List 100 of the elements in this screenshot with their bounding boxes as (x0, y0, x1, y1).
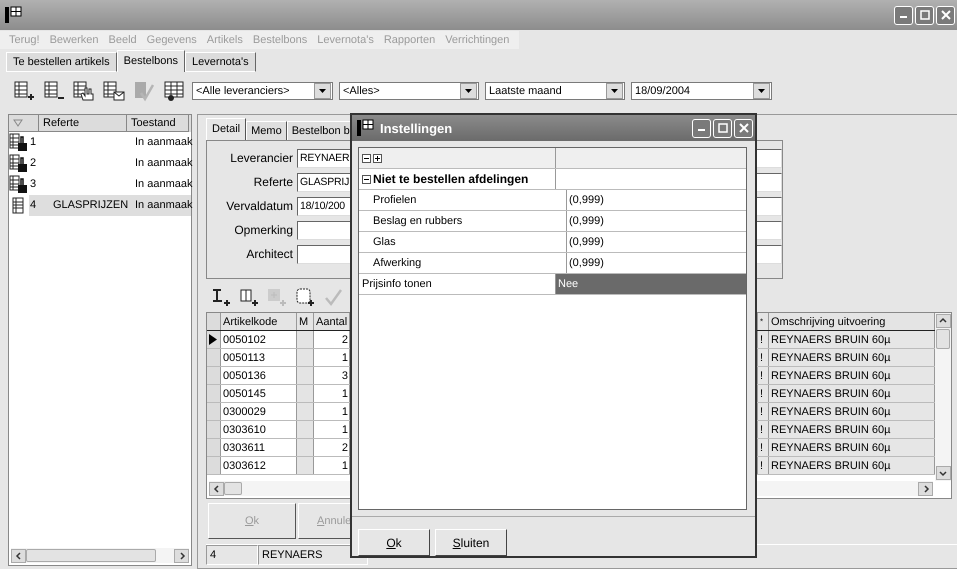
field-label: Opmerking (233, 223, 294, 237)
table-cell (297, 349, 314, 366)
scroll-left-icon[interactable] (212, 484, 220, 492)
field-label: Referte (252, 175, 294, 189)
filter-dropdown[interactable]: Laatste maand (485, 82, 625, 100)
collapse-all-icon[interactable] (362, 154, 371, 162)
property-value[interactable]: (0,999) (567, 232, 746, 252)
scroll-down-icon[interactable] (939, 469, 947, 477)
app-icon (356, 119, 374, 137)
ok-button[interactable]: Ok (358, 529, 430, 556)
row-pointer-icon (209, 334, 217, 345)
table-cell[interactable]: In aanmaak (135, 174, 191, 195)
table-cell: REYNAERS BRUIN 60µ (769, 331, 935, 348)
app-icon (4, 6, 22, 24)
table-cell (297, 385, 314, 402)
table-cell[interactable]: In aanmaak (135, 132, 191, 153)
table-cell: ! (758, 385, 769, 402)
table-cell[interactable]: In aanmaak (135, 153, 191, 174)
row-number: 4 (29, 195, 49, 216)
table-cell (297, 403, 314, 420)
property-value[interactable]: (0,999) (567, 253, 746, 273)
scroll-add-icon[interactable] (295, 287, 315, 307)
table-cell: REYNAERS BRUIN 60µ (769, 349, 935, 366)
scroll-up-icon[interactable] (939, 317, 947, 325)
insert-column-icon[interactable] (239, 287, 259, 307)
scroll-thumb[interactable] (26, 549, 156, 562)
field-label: Vervaldatum (225, 199, 294, 213)
table-cell (297, 421, 314, 438)
expand-all-icon[interactable] (373, 154, 382, 162)
close-dialog-button[interactable]: Sluiten (435, 529, 507, 556)
scroll-left-icon[interactable] (14, 552, 22, 560)
row-number: 2 (29, 156, 38, 171)
tab[interactable]: Te bestellen artikels (6, 52, 117, 72)
table-cell: REYNAERS BRUIN 60µ (769, 367, 935, 384)
close-icon (738, 123, 748, 133)
hand-sheet-icon[interactable] (73, 80, 95, 102)
property-label: Profielen (359, 190, 567, 210)
column-header[interactable]: Toestand (127, 115, 189, 132)
row-number: 3 (29, 177, 38, 192)
tab[interactable]: Memo (246, 121, 287, 140)
column-header[interactable]: * (758, 313, 769, 330)
property-value[interactable]: (0,999) (567, 190, 746, 210)
table-cell: REYNAERS BRUIN 60µ (769, 421, 935, 438)
table-cell: ! (758, 403, 769, 420)
table-cell: ! (758, 421, 769, 438)
scroll-thumb[interactable] (224, 482, 242, 495)
maximize-icon (718, 123, 728, 133)
horizontal-scrollbar[interactable] (11, 548, 189, 563)
property-value[interactable]: (0,999) (567, 211, 746, 231)
property-value[interactable]: Nee (556, 274, 746, 294)
remove-sheet-icon[interactable] (43, 80, 65, 102)
table-icon[interactable] (163, 80, 185, 102)
table-cell: ! (758, 439, 769, 456)
table-cell: ! (758, 367, 769, 384)
scroll-right-icon[interactable] (922, 484, 930, 492)
collapse-icon[interactable] (362, 174, 371, 184)
minimize-button[interactable] (692, 118, 711, 138)
filter-dropdown[interactable]: <Alle leveranciers> (192, 82, 333, 100)
maximize-button[interactable] (915, 6, 934, 24)
tab[interactable]: Levernota's (185, 52, 256, 72)
table-cell (297, 457, 314, 474)
scroll-right-icon[interactable] (178, 552, 186, 560)
insert-row-icon[interactable] (211, 287, 231, 307)
maximize-icon (920, 10, 930, 20)
field-label: Architect (245, 247, 294, 261)
maximize-button[interactable] (713, 118, 732, 138)
property-label: Afwerking (359, 253, 567, 273)
scroll-thumb[interactable] (936, 329, 950, 349)
table-cell: REYNAERS BRUIN 60µ (769, 439, 935, 456)
table-cell (297, 439, 314, 456)
property-label: Glas (359, 232, 567, 252)
category-label[interactable]: Niet te bestellen afdelingen (373, 172, 528, 186)
table-cell (297, 367, 314, 384)
minimize-button[interactable] (894, 6, 913, 24)
tab[interactable]: Detail (206, 118, 246, 140)
tab[interactable]: Bestelbons (116, 50, 186, 72)
table-cell: ! (758, 331, 769, 348)
table-cell: ! (758, 349, 769, 366)
add-sheet-icon[interactable] (13, 80, 35, 102)
property-label: Beslag en rubbers (359, 211, 567, 231)
table-cell: REYNAERS BRUIN 60µ (769, 457, 935, 474)
table-cell: ! (758, 457, 769, 474)
filter-dropdown[interactable]: <Alles> (339, 82, 479, 100)
date-field[interactable]: 18/09/2004 (631, 82, 772, 100)
mail-sheet-icon[interactable] (103, 80, 125, 102)
row-number: 1 (29, 135, 38, 150)
column-header[interactable]: Referte (39, 115, 127, 132)
column-header[interactable]: Artikelkode (221, 313, 297, 330)
row-selector[interactable] (207, 331, 221, 348)
field-label: Leverancier (229, 151, 294, 165)
close-button[interactable] (734, 118, 753, 138)
status-text: 4 (206, 545, 258, 565)
column-header[interactable]: M (297, 313, 314, 330)
table-cell: REYNAERS BRUIN 60µ (769, 385, 935, 402)
sort-icon[interactable] (9, 115, 39, 132)
close-button[interactable] (936, 6, 955, 24)
table-cell[interactable]: In aanmaak (135, 195, 191, 216)
table-cell[interactable]: GLASPRIJZEN (49, 195, 135, 216)
vertical-scrollbar[interactable] (935, 313, 951, 481)
close-icon (940, 10, 950, 20)
